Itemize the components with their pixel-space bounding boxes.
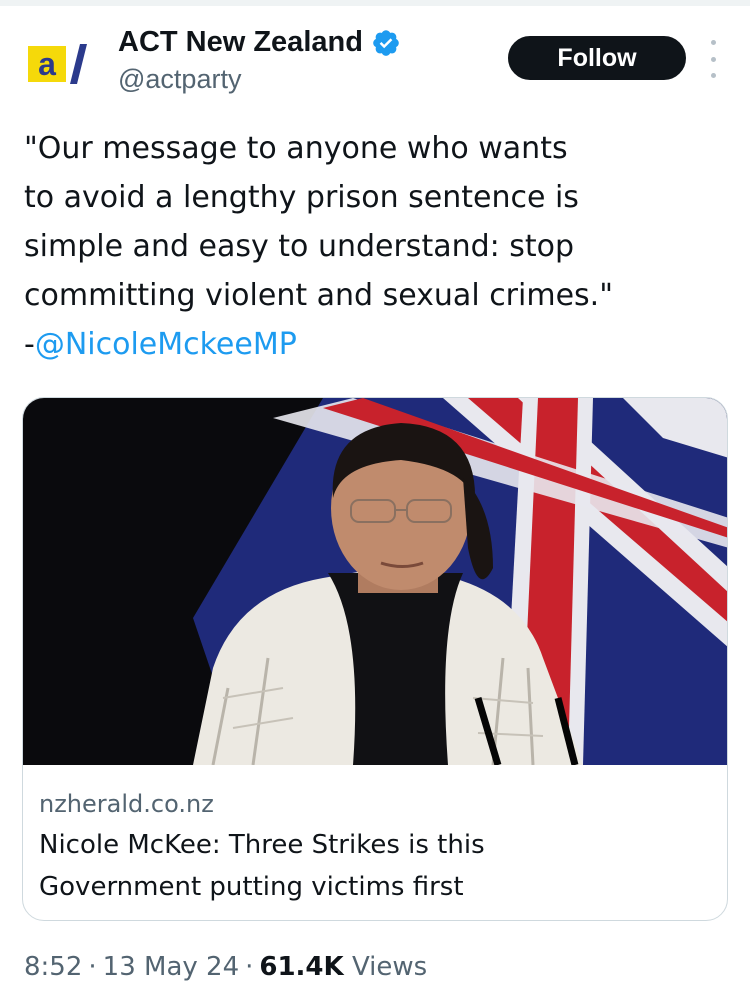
separator: · xyxy=(245,952,254,982)
mention-prefix: - xyxy=(24,327,35,362)
views-label: Views xyxy=(351,952,428,982)
verified-badge-icon xyxy=(373,29,399,56)
tweet-line: to avoid a lengthy prison sentence is xyxy=(24,180,579,215)
separator: · xyxy=(88,952,97,982)
tweet-time[interactable]: 8:52 xyxy=(24,952,82,982)
tweet-text: "Our message to anyone who wants to avoi… xyxy=(24,124,724,369)
tweet-date[interactable]: 13 May 24 xyxy=(103,952,239,982)
more-options-icon[interactable] xyxy=(705,40,721,78)
author-handle[interactable]: @actparty xyxy=(118,64,241,95)
act-party-logo[interactable]: a xyxy=(26,36,88,92)
mention-line: -@NicoleMckeeMP xyxy=(24,320,724,369)
svg-text:a: a xyxy=(38,46,56,82)
author-name-row[interactable]: ACT New Zealand xyxy=(118,26,401,59)
article-photo[interactable] xyxy=(23,398,728,765)
card-title: Nicole McKee: Three Strikes is this Gove… xyxy=(39,824,709,908)
display-name[interactable]: ACT New Zealand xyxy=(118,26,363,59)
views-count: 61.4K xyxy=(259,952,344,982)
tweet-meta: 8:52 · 13 May 24 · 61.4K Views xyxy=(24,952,427,982)
tweet-line: simple and easy to understand: stop xyxy=(24,229,575,264)
tweet-line: committing violent and sexual crimes." xyxy=(24,278,613,313)
card-title-line: Nicole McKee: Three Strikes is this xyxy=(39,830,485,860)
card-title-line: Government putting victims first xyxy=(39,872,464,902)
link-preview-card[interactable]: nzherald.co.nz Nicole McKee: Three Strik… xyxy=(22,397,728,921)
top-divider xyxy=(0,0,750,6)
mention-link[interactable]: @NicoleMckeeMP xyxy=(35,327,297,362)
tweet-line: "Our message to anyone who wants xyxy=(24,131,568,166)
follow-button[interactable]: Follow xyxy=(508,36,686,80)
card-domain: nzherald.co.nz xyxy=(39,790,214,818)
